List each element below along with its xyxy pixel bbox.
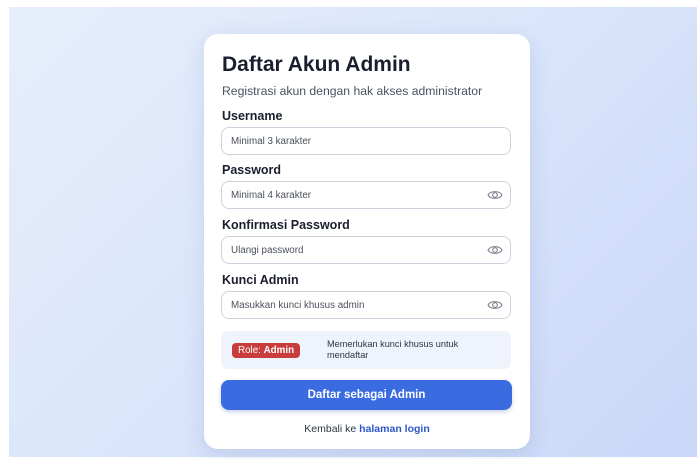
password-input[interactable] <box>231 182 481 208</box>
username-field-box <box>221 127 511 155</box>
username-label: Username <box>222 109 283 123</box>
confirm-password-label: Konfirmasi Password <box>222 218 350 232</box>
page-title: Daftar Akun Admin <box>222 53 411 76</box>
admin-key-input[interactable] <box>231 292 481 318</box>
page-subtitle: Registrasi akun dengan hak akses adminis… <box>222 84 483 98</box>
confirm-password-field-box <box>221 236 511 264</box>
eye-icon[interactable] <box>487 243 503 257</box>
page-background: Daftar Akun Admin Registrasi akun dengan… <box>9 7 697 457</box>
role-info-note: Memerlukan kunci khusus untuk mendaftar <box>327 339 459 360</box>
password-field-box <box>221 181 511 209</box>
admin-key-label: Kunci Admin <box>222 273 299 287</box>
role-info-box: Role: Admin Memerlukan kunci khusus untu… <box>221 331 511 369</box>
eye-icon[interactable] <box>487 188 503 202</box>
password-label: Password <box>222 163 282 177</box>
username-input[interactable] <box>231 128 481 154</box>
eye-icon[interactable] <box>487 298 503 312</box>
role-badge: Role: Admin <box>232 343 301 358</box>
admin-key-field-box <box>221 291 511 319</box>
footer-prefix: Kembali ke <box>304 423 357 435</box>
register-card: Daftar Akun Admin Registrasi akun dengan… <box>204 34 530 449</box>
confirm-password-input[interactable] <box>231 237 481 263</box>
login-page-link[interactable]: halaman login <box>359 423 430 435</box>
role-badge-value: Admin <box>263 345 295 356</box>
role-badge-prefix: Role: <box>238 345 261 356</box>
back-to-login: Kembali ke halaman login <box>204 423 530 435</box>
register-admin-button[interactable]: Daftar sebagai Admin <box>221 380 512 410</box>
